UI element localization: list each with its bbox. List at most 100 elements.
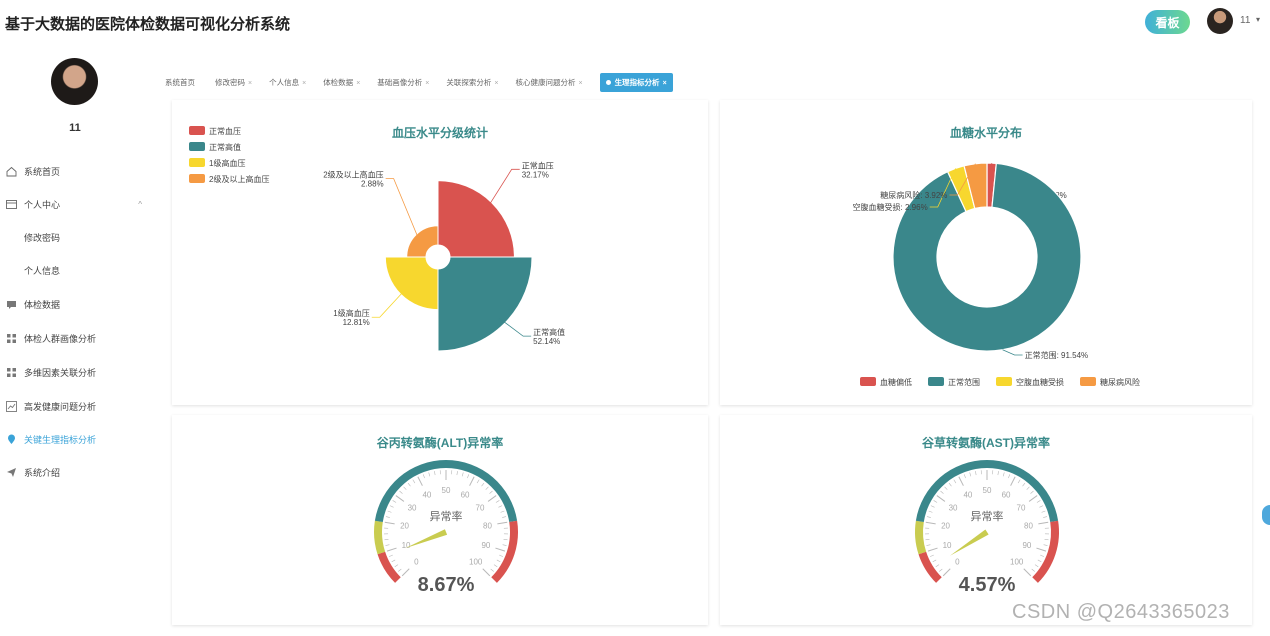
close-icon[interactable]: × <box>248 80 252 87</box>
gauge-major-tick <box>927 547 938 552</box>
gauge-minor-tick <box>944 486 948 490</box>
gauge-minor-tick <box>1036 500 1041 503</box>
gauge-tick-label: 70 <box>476 503 485 512</box>
gauge-minor-tick <box>485 486 489 490</box>
gauge-minor-tick <box>428 472 431 477</box>
gauge-minor-tick <box>953 479 957 484</box>
sidebar-item-key-indicators[interactable]: 关键生理指标分析 <box>0 429 150 449</box>
gauge-tick-label: 90 <box>481 541 490 550</box>
gauge-minor-tick <box>925 538 930 541</box>
sidebar-item-home[interactable]: 系统首页 <box>0 161 150 181</box>
gauge-tick-label: 50 <box>442 486 451 495</box>
gauge-band <box>1032 520 1059 583</box>
gauge-minor-tick <box>493 564 498 568</box>
close-icon[interactable]: × <box>663 80 667 87</box>
sidebar-item-personal-info[interactable]: 个人信息 <box>0 260 150 280</box>
gauge-minor-tick <box>481 482 485 487</box>
rose-slice <box>437 256 533 352</box>
side-handle[interactable] <box>1262 505 1270 525</box>
legend-label: 糖尿病风险 <box>1100 377 1140 387</box>
close-icon[interactable]: × <box>494 80 498 87</box>
sidebar-item-label: 修改密码 <box>24 232 61 243</box>
gauge-minor-tick <box>1043 516 1048 518</box>
gauge-major-tick <box>1023 568 1032 577</box>
gauge-minor-tick <box>476 479 480 484</box>
sidebar-item-exam-data[interactable]: 体检数据 <box>0 294 150 314</box>
legend-swatch <box>189 142 205 151</box>
tab-core-health[interactable]: 核心健康问题分析 × <box>515 77 582 88</box>
trend-icon <box>6 400 17 412</box>
gauge-minor-tick <box>407 482 411 487</box>
slice-label: 空腹血糖受损: 2.96% <box>853 202 928 212</box>
tab-personal-info[interactable]: 个人信息 × <box>269 77 306 88</box>
sidebar-item-health-issues[interactable]: 高发健康问题分析 <box>0 396 150 416</box>
gauge-minor-tick <box>434 471 436 476</box>
gauge-minor-tick <box>502 516 507 518</box>
sidebar-item-personal-center[interactable]: 个人中心 ^ <box>0 194 150 214</box>
gauge-value-label: 8.67% <box>418 574 475 596</box>
label-line <box>371 290 405 318</box>
gauge-major-tick <box>482 568 491 577</box>
close-icon[interactable]: × <box>425 80 429 87</box>
sidebar-item-label: 体检数据 <box>24 299 61 310</box>
gauge-minor-tick <box>1017 479 1021 484</box>
gauge-minor-tick <box>1043 544 1048 546</box>
kanban-button[interactable]: 看板 <box>1145 10 1190 34</box>
rose-slice <box>437 180 515 258</box>
user-name[interactable]: 11 <box>1240 15 1250 26</box>
tab-change-password[interactable]: 修改密码 × <box>215 77 252 88</box>
sidebar-item-system-intro[interactable]: 系统介绍 <box>0 462 150 482</box>
avatar[interactable] <box>1207 8 1233 34</box>
gauge-minor-tick <box>456 471 458 476</box>
gauge-minor-tick <box>385 516 390 518</box>
ast-gauge-chart: 010 20 30 40 50 60 70 80 90 100 异常率 4.57% <box>915 460 1059 596</box>
close-icon[interactable]: × <box>302 80 306 87</box>
close-icon[interactable]: × <box>356 80 360 87</box>
gauge-minor-tick <box>503 538 508 541</box>
gauge-tick-label: 0 <box>955 558 960 567</box>
label-line <box>487 168 520 208</box>
chevron-down-icon[interactable]: ▾ <box>1256 15 1260 24</box>
gauge-minor-tick <box>1002 472 1005 477</box>
gauge-tick-label: 60 <box>1002 491 1011 500</box>
gauge-minor-tick <box>391 559 396 563</box>
gauge-minor-tick <box>939 568 943 572</box>
tab-association[interactable]: 关联探索分析 × <box>446 77 498 88</box>
legend-label: 2级及以上高血压 <box>209 174 269 184</box>
tab-exam-data[interactable]: 体检数据 × <box>323 77 360 88</box>
slice-value-label: 32.17% <box>522 170 549 179</box>
gauge-minor-tick <box>387 510 392 513</box>
gauge-minor-tick <box>496 559 501 563</box>
gauge-tick-label: 60 <box>461 491 470 500</box>
gauge-tick-label: 100 <box>469 558 483 567</box>
gauge-tick-label: 30 <box>949 503 958 512</box>
gauge-tick-label: 70 <box>1017 503 1026 512</box>
gauge-minor-tick <box>392 500 397 503</box>
gauge-tick-label: 10 <box>402 541 411 550</box>
gauge-minor-tick <box>963 474 966 479</box>
gauge-name: 异常率 <box>971 509 1004 523</box>
gauge-minor-tick <box>929 554 934 557</box>
legend-swatch <box>189 158 205 167</box>
bp-chart-panel: 血压水平分级统计 正常血压 正常高值 1级高血压 2级及以上高血压 正常血压 32.17%… <box>172 100 708 405</box>
sidebar-item-change-password[interactable]: 修改密码 <box>0 227 150 247</box>
slice-value-label: 2.88% <box>361 180 384 189</box>
legend-swatch <box>928 377 944 386</box>
sidebar-item-population-profile[interactable]: 体检人群画像分析 <box>0 328 150 348</box>
gauge-tick-label: 30 <box>408 503 417 512</box>
tab-basic-profile[interactable]: 基础画像分析 × <box>377 77 429 88</box>
gauge-tick-label: 20 <box>400 521 409 530</box>
legend-label: 空腹血糖受损 <box>1016 377 1064 387</box>
gauge-major-tick <box>1038 521 1049 525</box>
close-icon[interactable]: × <box>578 80 582 87</box>
gauge-major-tick <box>942 568 951 577</box>
tab-physiological[interactable]: 生理指标分析 × <box>599 72 673 92</box>
alt-gauge-panel: 谷丙转氨酶(ALT)异常率 0 10 20 30 40 50 60 70 80 90 100 异常率 8… <box>172 415 708 625</box>
legend-swatch <box>189 126 205 135</box>
gauge-major-tick <box>384 521 395 525</box>
gauge-minor-tick <box>1034 564 1039 568</box>
gauge-minor-tick <box>403 486 407 490</box>
tab-home[interactable]: 系统首页 <box>165 77 198 88</box>
sidebar-item-multi-factor[interactable]: 多维因素关联分析 <box>0 362 150 382</box>
ast-gauge-panel: 谷草转氨酶(AST)异常率 0 10 20 30 40 50 60 70 80 90 100 异常率 4… <box>720 415 1252 625</box>
